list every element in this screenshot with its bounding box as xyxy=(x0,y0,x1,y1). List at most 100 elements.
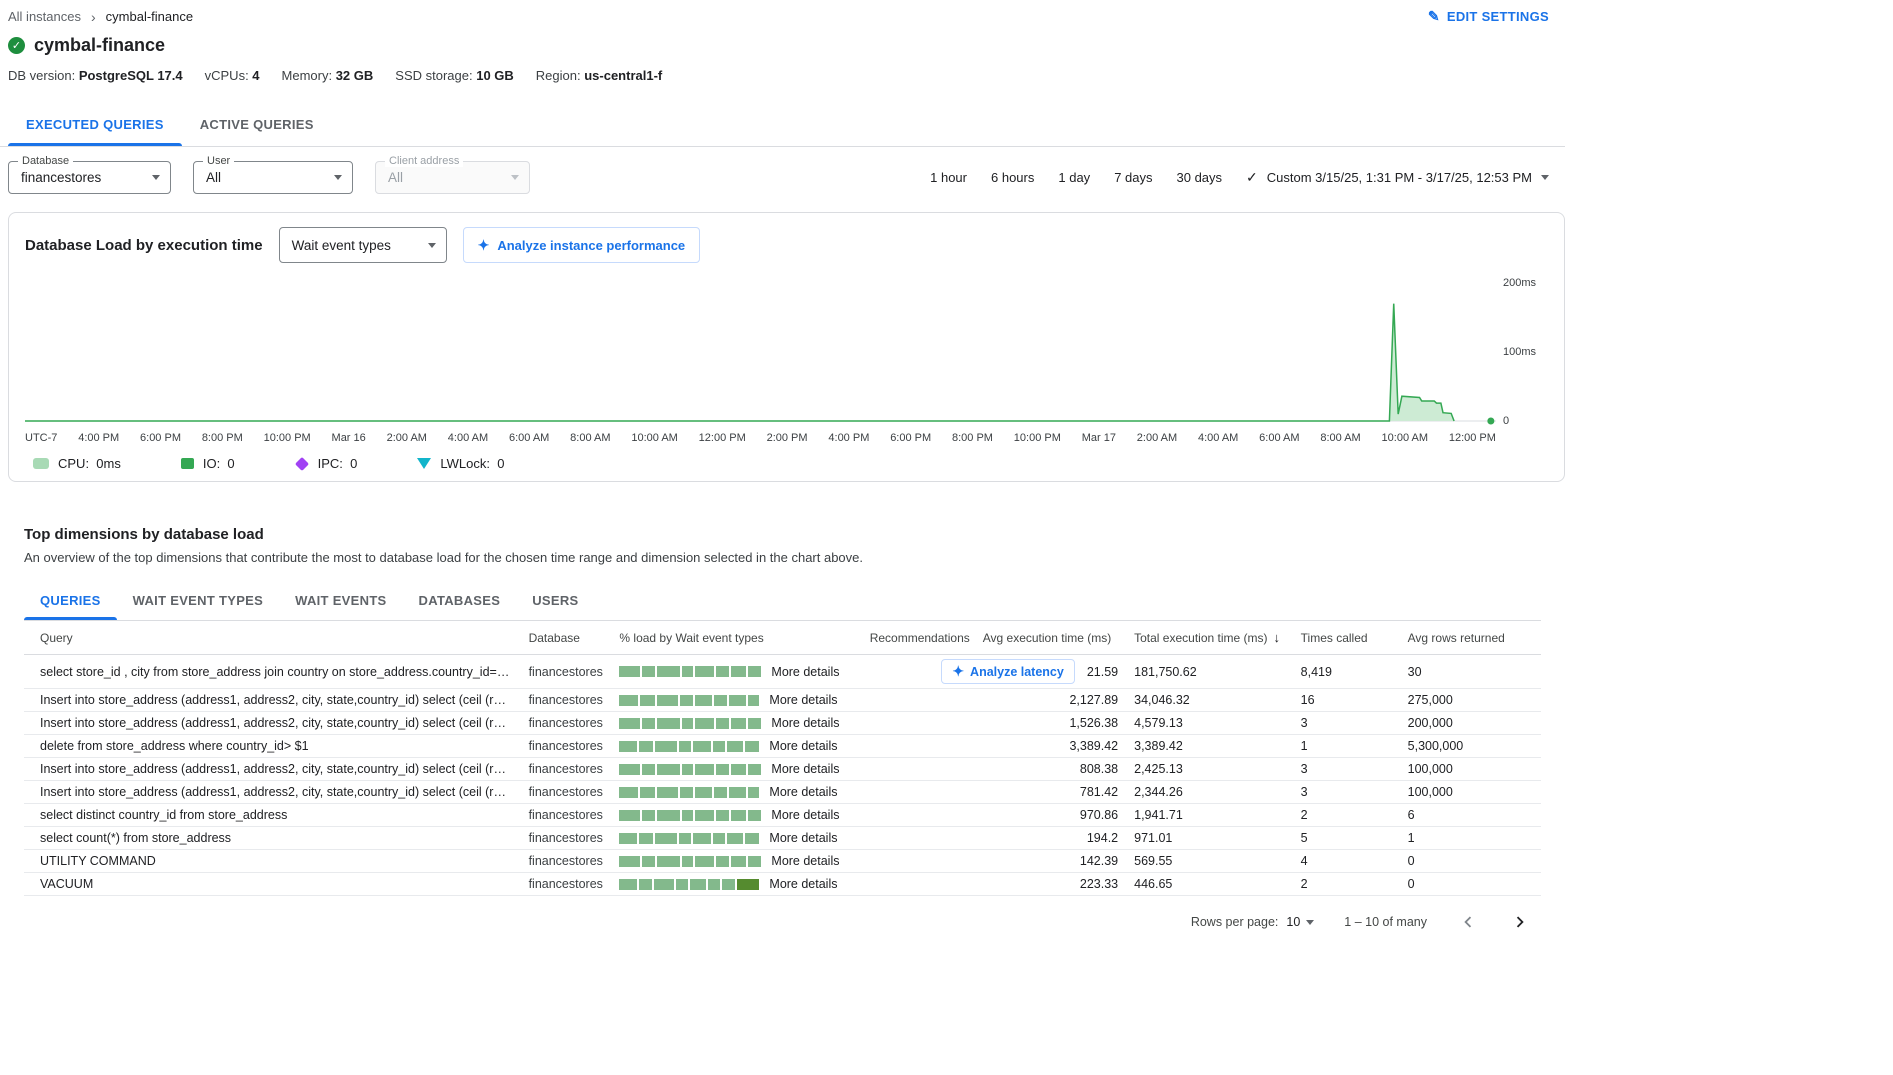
table-row[interactable]: Insert into store_address (address1, add… xyxy=(24,758,1541,781)
recommendations-cell xyxy=(862,804,975,827)
column-header[interactable]: % load by Wait event types xyxy=(611,621,861,655)
x-axis-tick: 12:00 PM xyxy=(699,432,746,444)
dimension-tab-wait-events[interactable]: WAIT EVENTS xyxy=(279,581,402,620)
load-bar-segment xyxy=(748,810,761,821)
query-cell: UTILITY COMMAND xyxy=(24,850,521,873)
time-range-option[interactable]: 30 days xyxy=(1177,170,1223,185)
column-header[interactable]: Total execution time (ms)↓ xyxy=(1126,621,1293,655)
query-cell: Insert into store_address (address1, add… xyxy=(24,758,521,781)
dimension-tab-databases[interactable]: DATABASES xyxy=(403,581,517,620)
table-row[interactable]: select count(*) from store_address finan… xyxy=(24,827,1541,850)
load-bar xyxy=(619,833,759,844)
chart-title: Database Load by execution time xyxy=(25,237,263,254)
legend-item[interactable]: LWLock: 0 xyxy=(417,456,504,471)
load-cell: More details xyxy=(611,735,861,758)
more-details-link[interactable]: More details xyxy=(771,665,839,679)
breadcrumb-all-instances[interactable]: All instances xyxy=(8,9,81,24)
column-header[interactable]: Query xyxy=(24,621,521,655)
load-bar-segment xyxy=(619,787,638,798)
topbar: All instances › cymbal-finance ✎ EDIT SE… xyxy=(0,0,1565,25)
chart-line-path xyxy=(25,304,1454,421)
legend-item[interactable]: IO: 0 xyxy=(181,456,235,471)
more-details-link[interactable]: More details xyxy=(771,762,839,776)
tab-active-queries[interactable]: ACTIVE QUERIES xyxy=(182,103,332,146)
wait-event-dimension-select[interactable]: Wait event types xyxy=(279,227,447,263)
more-details-link[interactable]: More details xyxy=(771,716,839,730)
table-row[interactable]: Insert into store_address (address1, add… xyxy=(24,712,1541,735)
time-range-option[interactable]: 1 day xyxy=(1058,170,1090,185)
load-bar-segment xyxy=(695,695,712,706)
avg-rows-returned-cell: 6 xyxy=(1400,804,1541,827)
load-bar-segment xyxy=(657,695,678,706)
time-range-option[interactable]: 6 hours xyxy=(991,170,1034,185)
more-details-link[interactable]: More details xyxy=(769,785,837,799)
database-cell: financestores xyxy=(521,689,612,712)
total-execution-time-cell: 4,579.13 xyxy=(1126,712,1293,735)
more-details-link[interactable]: More details xyxy=(769,739,837,753)
tab-executed-queries[interactable]: EXECUTED QUERIES xyxy=(8,103,182,146)
table-row[interactable]: select store_id , city from store_addres… xyxy=(24,655,1541,689)
table-row[interactable]: Insert into store_address (address1, add… xyxy=(24,781,1541,804)
total-execution-time-cell: 971.01 xyxy=(1126,827,1293,850)
time-range-option[interactable]: 1 hour xyxy=(930,170,967,185)
total-execution-time-cell: 2,425.13 xyxy=(1126,758,1293,781)
column-header[interactable]: Avg execution time (ms) xyxy=(975,621,1126,655)
column-header[interactable]: Recommendations xyxy=(862,621,975,655)
edit-settings-label: EDIT SETTINGS xyxy=(1447,9,1549,24)
next-page-button[interactable] xyxy=(1509,911,1531,933)
avg-execution-time-cell: 223.33 xyxy=(975,873,1126,896)
database-select-value: financestores xyxy=(21,170,101,185)
legend-item[interactable]: CPU: 0ms xyxy=(33,456,121,471)
more-details-link[interactable]: More details xyxy=(771,854,839,868)
legend-item[interactable]: IPC: 0 xyxy=(295,456,358,471)
edit-settings-button[interactable]: ✎ EDIT SETTINGS xyxy=(1428,8,1549,25)
more-details-link[interactable]: More details xyxy=(771,808,839,822)
x-axis-tick: 4:00 PM xyxy=(828,432,869,444)
database-select[interactable]: Database financestores xyxy=(8,161,171,194)
column-header[interactable]: Avg rows returned xyxy=(1400,621,1541,655)
load-bar-segment xyxy=(695,856,714,867)
x-axis-tick: 6:00 AM xyxy=(509,432,549,444)
load-bar xyxy=(619,810,761,821)
dimension-tab-users[interactable]: USERS xyxy=(516,581,594,620)
more-details-link[interactable]: More details xyxy=(769,831,837,845)
load-bar-segment xyxy=(716,856,729,867)
analyze-latency-button[interactable]: ✦Analyze latency xyxy=(941,659,1075,684)
legend-label: IPC: 0 xyxy=(318,456,358,471)
legend-label: CPU: 0ms xyxy=(58,456,121,471)
avg-execution-time-value: 223.33 xyxy=(1080,877,1118,891)
x-axis-tick: 2:00 AM xyxy=(1137,432,1177,444)
load-bar-segment xyxy=(642,764,655,775)
load-bar-segment xyxy=(748,695,759,706)
time-range-option[interactable]: 7 days xyxy=(1114,170,1152,185)
avg-execution-time-value: 808.38 xyxy=(1080,762,1118,776)
rows-per-page-select[interactable]: 10 xyxy=(1286,915,1314,929)
column-header[interactable]: Times called xyxy=(1293,621,1400,655)
sort-descending-icon[interactable]: ↓ xyxy=(1274,630,1281,645)
dimension-tab-queries[interactable]: QUERIES xyxy=(24,581,117,620)
recommendations-cell xyxy=(862,781,975,804)
query-cell: select distinct country_id from store_ad… xyxy=(24,804,521,827)
more-details-link[interactable]: More details xyxy=(769,693,837,707)
more-details-link[interactable]: More details xyxy=(769,877,837,891)
avg-execution-time-cell: 808.38 xyxy=(975,758,1126,781)
table-row[interactable]: VACUUM financestores More details 223.33… xyxy=(24,873,1541,896)
analyze-instance-performance-button[interactable]: ✦ Analyze instance performance xyxy=(463,227,701,263)
table-row[interactable]: select distinct country_id from store_ad… xyxy=(24,804,1541,827)
custom-time-range[interactable]: ✓ Custom 3/15/25, 1:31 PM - 3/17/25, 12:… xyxy=(1246,169,1549,186)
avg-execution-time-value: 970.86 xyxy=(1080,808,1118,822)
load-bar-segment xyxy=(714,787,727,798)
user-select[interactable]: User All xyxy=(193,161,353,194)
avg-rows-returned-cell: 1 xyxy=(1400,827,1541,850)
meta-item: DB version: PostgreSQL 17.4 xyxy=(8,68,183,83)
rows-per-page-value: 10 xyxy=(1286,915,1300,929)
table-row[interactable]: delete from store_address where country_… xyxy=(24,735,1541,758)
table-row[interactable]: Insert into store_address (address1, add… xyxy=(24,689,1541,712)
table-row[interactable]: UTILITY COMMAND financestores More detai… xyxy=(24,850,1541,873)
top-dimensions-section: Top dimensions by database load An overv… xyxy=(0,482,1565,955)
dimension-tab-wait-event-types[interactable]: WAIT EVENT TYPES xyxy=(117,581,279,620)
x-axis-tick: 2:00 PM xyxy=(767,432,808,444)
column-header[interactable]: Database xyxy=(521,621,612,655)
meta-item: Memory: 32 GB xyxy=(282,68,374,83)
previous-page-button[interactable] xyxy=(1457,911,1479,933)
